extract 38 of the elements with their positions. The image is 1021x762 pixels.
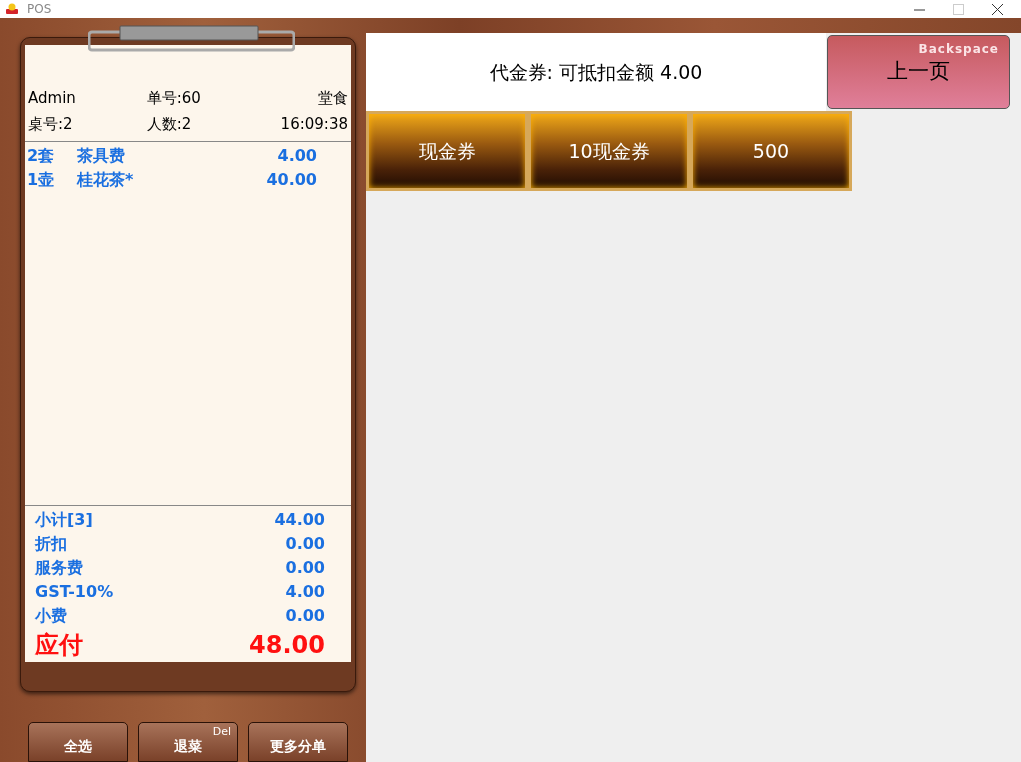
action-button[interactable]: 退菜 Del [138, 722, 238, 762]
total-label: 服务费 [35, 557, 83, 579]
total-value: 0.00 [285, 533, 325, 555]
total-label: 小费 [35, 605, 67, 627]
total-value: 4.00 [285, 581, 325, 603]
coupon-button[interactable]: 500 [690, 111, 852, 191]
previous-page-button[interactable]: Backspace 上一页 [827, 35, 1010, 109]
total-label: 小计[3] [35, 509, 93, 531]
guest-count: 人数:2 [145, 114, 193, 135]
item-quantity: 1壶 [27, 169, 56, 191]
total-label: GST-10% [35, 581, 114, 603]
coupon-button[interactable]: 10现金券 [528, 111, 690, 191]
item-quantity: 2套 [27, 145, 56, 167]
window-title: POS [27, 1, 52, 18]
item-name: 桂花茶* [77, 169, 135, 191]
shortcut-hint: Backspace [918, 41, 999, 58]
maximize-icon[interactable] [953, 3, 964, 15]
item-name: 茶具费 [77, 145, 126, 167]
total-label: 折扣 [35, 533, 67, 555]
close-icon[interactable] [992, 3, 1003, 15]
order-number: 单号:60 [145, 88, 202, 109]
table-number: 桌号:2 [28, 114, 74, 135]
amount-due-value: 48.00 [249, 630, 325, 661]
item-amount: 40.00 [265, 169, 317, 191]
total-value: 0.00 [285, 605, 325, 627]
order-time: 16:09:38 [279, 114, 348, 135]
coupon-button[interactable]: 现金券 [366, 111, 528, 191]
shortcut-hint: Del [212, 724, 231, 740]
operator-name: Admin [28, 88, 77, 109]
total-value: 44.00 [274, 509, 325, 531]
service-type: 堂食 [317, 88, 348, 109]
action-button[interactable]: 更多分单 [248, 722, 348, 762]
app-logo-icon [5, 2, 19, 16]
amount-due-label: 应付 [35, 630, 83, 661]
item-amount: 4.00 [276, 145, 317, 167]
total-value: 0.00 [285, 557, 325, 579]
action-button[interactable]: 全选 [28, 722, 128, 762]
voucher-header: 代金券: 可抵扣金额 4.00 [366, 33, 826, 111]
